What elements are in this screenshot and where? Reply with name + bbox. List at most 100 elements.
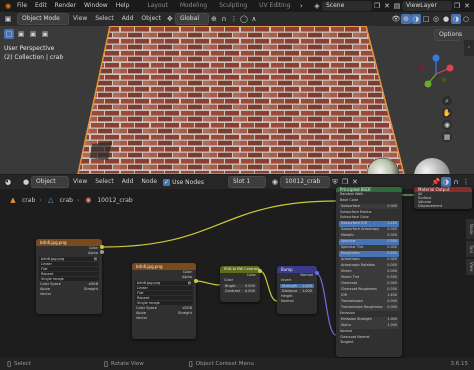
image-selector[interactable]: bdn6.jpg.png ▤ <box>39 257 99 261</box>
source-dropdown[interactable]: Single Image <box>39 277 99 281</box>
fake-user-shield-icon[interactable]: ⛨ <box>330 177 340 187</box>
shader-type-dropdown[interactable]: Object <box>31 176 69 188</box>
visibility-icon[interactable]: 👁 <box>391 14 401 24</box>
pivot-icon[interactable]: ⊕ <box>209 14 219 24</box>
bsdf-row-transmission[interactable]: Transmission 0.000 <box>339 299 399 305</box>
snap-node-icon[interactable]: ∩ <box>451 177 461 187</box>
overlay-node-icon[interactable]: ◑ <box>441 177 451 187</box>
proportional-edit-icon[interactable]: ◯ <box>239 14 249 24</box>
bsdf-row-emission[interactable]: Emission <box>336 311 402 317</box>
shader-type-icon[interactable]: ● <box>21 177 31 187</box>
gizmo-toggle-icon[interactable]: ⊕ <box>401 14 411 24</box>
bsdf-row-clearcoat-roughness[interactable]: Clearcoat Roughness 0.030 <box>339 287 399 293</box>
material-copy-icon[interactable]: ❐ <box>340 177 350 187</box>
bsdf-row-clearcoat[interactable]: Clearcoat 0.000 <box>339 281 399 287</box>
interpolation-dropdown[interactable]: Linear <box>135 286 193 290</box>
bsdf-row-sheen[interactable]: Sheen 0.000 <box>339 269 399 275</box>
view-layer-selector[interactable]: ViewLayer <box>402 1 452 11</box>
bsdf-row-specular[interactable]: Specular 0.500 <box>339 239 399 245</box>
projection-dropdown[interactable]: Flat <box>39 267 99 271</box>
viewport-menu-add[interactable]: Add <box>118 13 138 25</box>
grid-perspective-icon[interactable]: ▦ <box>442 132 452 142</box>
invert-checkbox[interactable]: Invert <box>277 278 317 283</box>
sidebar-tab-view[interactable]: View <box>466 259 474 275</box>
tab-modeling[interactable]: Modeling <box>174 0 213 12</box>
socket-tex1-alpha[interactable] <box>100 250 104 254</box>
bsdf-row-ior[interactable]: IOR 1.450 <box>339 293 399 299</box>
snap-options-icon[interactable]: ⋮ <box>461 177 471 187</box>
falloff-icon[interactable]: ∧ <box>249 14 259 24</box>
pan-hand-icon[interactable]: ✋ <box>442 108 452 118</box>
shading-material-icon[interactable]: ◑ <box>451 14 461 24</box>
options-dropdown[interactable]: Options <box>434 29 462 41</box>
bsdf-row-alpha[interactable]: Alpha 1.000 <box>339 323 399 329</box>
orientation-dropdown[interactable]: Global <box>174 13 209 25</box>
socket-rgb2bw-out[interactable] <box>258 269 262 273</box>
scene-close-icon[interactable]: ✕ <box>382 1 392 11</box>
rgb-to-bw-node[interactable]: RGB to BW Contrast Color Color Bright 0.0… <box>220 266 260 302</box>
camera-view-icon[interactable]: ◉ <box>442 120 452 130</box>
use-nodes-checkbox[interactable]: ✓ Use Nodes <box>163 178 204 186</box>
extension-dropdown[interactable]: Repeat <box>39 272 99 276</box>
distance-field[interactable]: Distance 1.000 <box>280 289 314 293</box>
socket-tex2-color[interactable] <box>194 279 198 283</box>
scene-selector[interactable]: Scene <box>322 1 372 11</box>
material-sphere-icon[interactable]: ◉ <box>270 177 280 187</box>
tab-layout[interactable]: Layout <box>141 0 173 12</box>
menu-help[interactable]: Help <box>112 0 134 12</box>
node-menu-select[interactable]: Select <box>91 176 118 188</box>
image-selector[interactable]: bdn6.jpg.png ▤ <box>135 281 193 285</box>
bsdf-row-roughness[interactable]: Roughness 0.500 <box>339 251 399 257</box>
snap-icon[interactable]: ∩ <box>219 14 229 24</box>
menu-edit[interactable]: Edit <box>31 0 51 12</box>
strength-slider[interactable]: Strength 1.000 <box>280 284 314 288</box>
image-texture-node-2[interactable]: bdn6.jpg.png Color Alpha bdn6.jpg.png ▤ L… <box>132 263 196 339</box>
scene-copy-icon[interactable]: ❐ <box>372 1 382 11</box>
snap-settings-icon[interactable]: ⋮ <box>229 14 239 24</box>
source-dropdown[interactable]: Single Image <box>135 301 193 305</box>
material-name-field[interactable]: 10012_crab <box>279 176 330 188</box>
zoom-icon[interactable]: ⌕ <box>442 96 452 106</box>
bsdf-row-anisotropic-rotation[interactable]: Anisotropic Rotation 0.000 <box>339 263 399 269</box>
node-menu-view[interactable]: View <box>69 176 91 188</box>
slot-dropdown[interactable]: Slot 1 <box>227 176 266 188</box>
select-mode-2-icon[interactable]: ▣ <box>28 29 38 39</box>
principled-bsdf-node[interactable]: Principled BSDF Random Walk Base Color Sub… <box>336 187 402 357</box>
node-menu-node[interactable]: Node <box>137 176 161 188</box>
select-box-icon[interactable]: □ <box>4 29 14 39</box>
view-layer-close-icon[interactable]: ✕ <box>462 1 472 11</box>
bright-field[interactable]: Bright 0.000 <box>223 284 257 288</box>
socket-bump-out[interactable] <box>315 271 319 275</box>
bsdf-row-subsurface-ior[interactable]: Subsurface IOR 1.400 <box>339 221 399 227</box>
bsdf-row-specular-tint[interactable]: Specular Tint 0.000 <box>339 245 399 251</box>
viewport-menu-view[interactable]: View <box>69 13 91 25</box>
blender-logo-icon[interactable]: ◉ <box>3 1 13 11</box>
bsdf-row-sheen-tint[interactable]: Sheen Tint 0.500 <box>339 275 399 281</box>
object-mode-dropdown[interactable]: Object Mode <box>17 13 69 25</box>
image-texture-node-1[interactable]: bdn6.jpg.png Color Alpha bdn6.jpg.png ▤ L… <box>36 239 102 314</box>
bsdf-row-metallic[interactable]: Metallic 0.000 <box>339 233 399 239</box>
select-mode-1-icon[interactable]: ▣ <box>16 29 26 39</box>
tab-uv-editing[interactable]: UV Editing <box>253 0 296 12</box>
sidebar-tab-node[interactable]: Node <box>466 219 474 239</box>
shading-solid-icon[interactable]: ● <box>441 14 451 24</box>
shading-wireframe-icon[interactable]: ◎ <box>431 14 441 24</box>
viewport-menu-select[interactable]: Select <box>91 13 118 25</box>
alpha-mode-value[interactable]: Straight <box>178 311 192 316</box>
viewport-sidebar-toggle[interactable]: ‹ <box>464 40 474 56</box>
material-output-node[interactable]: Material Output All Surface Volume Displ… <box>414 187 472 209</box>
menu-render[interactable]: Render <box>51 0 80 12</box>
bsdf-row-transmission-roughness[interactable]: Transmission Roughness 0.000 <box>339 305 399 311</box>
viewport-3d[interactable]: User Perspective (2) Collection | crab □… <box>0 26 474 174</box>
tab-sculpting[interactable]: Sculpting <box>213 0 253 12</box>
extension-dropdown[interactable]: Repeat <box>135 296 193 300</box>
viewport-menu-object[interactable]: Object <box>137 13 165 25</box>
navigation-gizmo[interactable] <box>414 52 458 96</box>
transform-orientation-icon[interactable]: ✥ <box>165 14 175 24</box>
interpolation-dropdown[interactable]: Linear <box>39 262 99 266</box>
bsdf-row-tangent[interactable]: Tangent <box>336 340 402 346</box>
bsdf-row-emission-strength[interactable]: Emission Strength 1.000 <box>339 317 399 323</box>
pin-icon[interactable]: 📌 <box>431 177 441 187</box>
workspace-scroll-right-icon[interactable]: › <box>296 1 306 11</box>
socket-tex1-color[interactable] <box>100 245 104 249</box>
